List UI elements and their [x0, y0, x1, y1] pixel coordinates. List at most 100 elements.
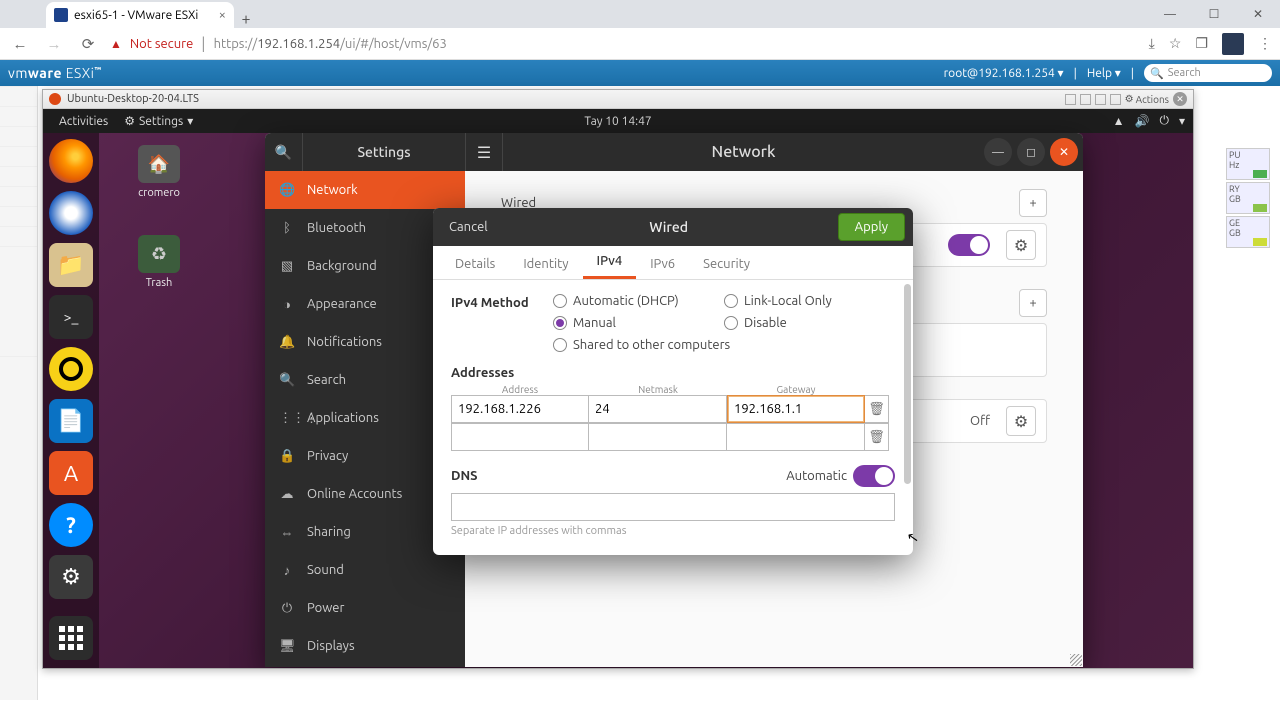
add-wired-button[interactable]: +: [1019, 189, 1047, 217]
dock-thunderbird[interactable]: [49, 191, 93, 235]
scrollbar[interactable]: [904, 284, 911, 484]
sidebar-item-sound[interactable]: ♪Sound: [265, 551, 465, 589]
sidebar-item-power[interactable]: ⏻Power: [265, 589, 465, 627]
desktop-home-folder[interactable]: 🏠cromero: [127, 145, 191, 199]
power-icon[interactable]: ⏻: [1159, 114, 1169, 128]
dock-firefox[interactable]: [49, 139, 93, 183]
browser-tab[interactable]: esxi65-1 - VMware ESXi ×: [46, 2, 234, 28]
new-tab-button[interactable]: +: [234, 10, 258, 28]
tab-security[interactable]: Security: [689, 249, 764, 279]
background-icon: ▧: [279, 259, 295, 274]
dock-libreoffice[interactable]: 📄: [49, 399, 93, 443]
dns-servers-input[interactable]: [451, 493, 895, 521]
ipv4-method-link-local-only[interactable]: Link-Local Only: [724, 294, 895, 308]
system-menu-chevron[interactable]: ▾: [1179, 114, 1185, 128]
network-status-icon[interactable]: ▲: [1113, 114, 1125, 128]
gear-icon: ⚙: [1125, 93, 1134, 105]
console-btn-3[interactable]: [1095, 94, 1106, 105]
dock-settings[interactable]: ⚙: [49, 555, 93, 599]
wired-settings-button[interactable]: ⚙: [1006, 230, 1036, 260]
console-btn-1[interactable]: [1065, 94, 1076, 105]
activities-button[interactable]: Activities: [51, 115, 116, 128]
resize-grip[interactable]: [1070, 654, 1082, 666]
esxi-resource-chips: PUHz RYGB GEGB: [1226, 148, 1270, 250]
tab-identity[interactable]: Identity: [509, 249, 582, 279]
topbar-app-menu[interactable]: ⚙Settings ▾: [116, 114, 201, 128]
vm-actions-menu[interactable]: ⚙Actions: [1125, 93, 1169, 105]
desktop-trash[interactable]: ♻Trash: [127, 235, 191, 289]
settings-maximize-button[interactable]: ◻: [1017, 138, 1045, 166]
warning-icon: ▲: [110, 37, 122, 51]
clock[interactable]: Tay 10 14:47: [584, 115, 651, 128]
ipv4-method-manual[interactable]: Manual: [553, 316, 724, 330]
wired-settings-dialog: Cancel Wired Apply DetailsIdentityIPv4IP…: [433, 208, 913, 555]
dock-rhythmbox[interactable]: [49, 347, 93, 391]
profile-avatar[interactable]: [1222, 33, 1244, 55]
install-icon[interactable]: ⤓: [1149, 35, 1155, 52]
sidebar-item-network[interactable]: 🌐Network: [265, 171, 465, 209]
online-icon: ☁: [279, 487, 295, 502]
menu-icon[interactable]: ⋮: [1258, 35, 1272, 52]
esxi-navigator[interactable]: [0, 86, 38, 700]
ubuntu-icon: [49, 93, 61, 105]
radio-icon: [553, 294, 567, 308]
notif-icon: 🔔: [279, 335, 295, 350]
dialog-title: Wired: [500, 219, 838, 235]
tab-title: esxi65-1 - VMware ESXi: [74, 9, 198, 22]
ipv4-method-disable[interactable]: Disable: [724, 316, 895, 330]
vm-console-window: Ubuntu-Desktop-20-04.LTS ⚙Actions ✕ Acti…: [42, 89, 1194, 669]
console-btn-2[interactable]: [1080, 94, 1091, 105]
extensions-icon[interactable]: ❐: [1195, 35, 1208, 52]
delete-row-button[interactable]: 🗑: [865, 395, 889, 423]
netmask-input[interactable]: [589, 395, 727, 423]
dock-show-apps[interactable]: [49, 616, 93, 660]
gateway-input[interactable]: [727, 395, 865, 423]
apply-button[interactable]: Apply: [838, 213, 905, 241]
window-minimize-button[interactable]: —: [1148, 0, 1192, 28]
settings-title: Network: [503, 143, 984, 161]
tab-details[interactable]: Details: [441, 249, 509, 279]
dns-automatic-toggle[interactable]: [853, 465, 895, 487]
ipv4-method-shared-to-other-computers[interactable]: Shared to other computers: [553, 338, 895, 352]
favorite-icon[interactable]: ☆: [1169, 35, 1182, 52]
tab-ipv4[interactable]: IPv4: [583, 246, 637, 279]
address-input[interactable]: [451, 395, 589, 423]
settings-menu-button[interactable]: ☰: [465, 133, 503, 171]
tab-ipv6[interactable]: IPv6: [636, 249, 689, 279]
esxi-search-input[interactable]: 🔍 Search: [1144, 64, 1272, 82]
forward-button[interactable]: →: [42, 35, 66, 53]
wired-toggle[interactable]: [948, 234, 990, 256]
dock-terminal[interactable]: >_: [49, 295, 93, 339]
dns-label: DNS: [451, 469, 478, 483]
dock-software[interactable]: A: [49, 451, 93, 495]
dock-files[interactable]: 📁: [49, 243, 93, 287]
volume-icon[interactable]: 🔊: [1135, 114, 1150, 128]
esxi-help[interactable]: Help ▾: [1087, 66, 1121, 80]
refresh-button[interactable]: ⟳: [76, 35, 100, 53]
delete-row-button[interactable]: 🗑: [865, 423, 889, 451]
gnome-topbar[interactable]: Activities ⚙Settings ▾ Tay 10 14:47 ▲ 🔊 …: [43, 109, 1193, 133]
window-maximize-button[interactable]: ☐: [1192, 0, 1236, 28]
ipv4-method-automatic-dhcp-[interactable]: Automatic (DHCP): [553, 294, 724, 308]
vm-title: Ubuntu-Desktop-20-04.LTS: [67, 93, 199, 105]
settings-close-button[interactable]: ✕: [1050, 138, 1078, 166]
proxy-settings-button[interactable]: ⚙: [1006, 406, 1036, 436]
cancel-button[interactable]: Cancel: [437, 220, 500, 234]
esxi-user[interactable]: root@192.168.1.254 ▾: [944, 66, 1064, 80]
add-vpn-button[interactable]: +: [1019, 289, 1047, 317]
window-close-button[interactable]: ✕: [1236, 0, 1280, 28]
back-button[interactable]: ←: [8, 35, 32, 53]
settings-search-button[interactable]: 🔍: [265, 133, 303, 171]
settings-minimize-button[interactable]: —: [984, 138, 1012, 166]
address-bar[interactable]: ▲ Not secure | https://192.168.1.254/ui/…: [110, 35, 1139, 53]
vm-close-button[interactable]: ✕: [1173, 92, 1187, 106]
dialog-tabs: DetailsIdentityIPv4IPv6Security: [433, 246, 913, 280]
sidebar-item-displays[interactable]: 🖥Displays: [265, 627, 465, 665]
close-tab-icon[interactable]: ×: [219, 8, 226, 22]
console-btn-4[interactable]: [1110, 94, 1121, 105]
address-input-empty[interactable]: [451, 423, 589, 451]
ubuntu-dock: 📁 >_ 📄 A ? ⚙: [43, 133, 99, 668]
netmask-input-empty[interactable]: [589, 423, 727, 451]
gateway-input-empty[interactable]: [727, 423, 865, 451]
dock-help[interactable]: ?: [49, 503, 93, 547]
